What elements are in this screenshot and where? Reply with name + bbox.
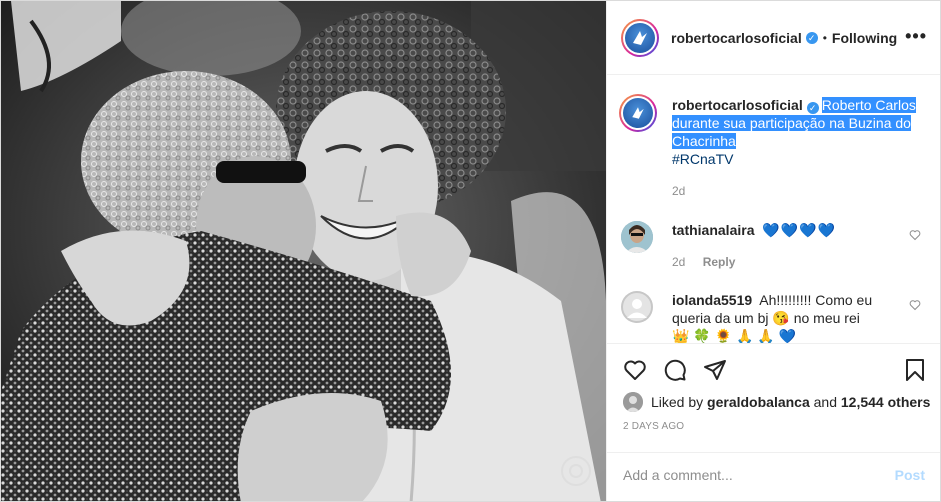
photo-illustration (1, 1, 606, 501)
comment-username[interactable]: iolanda5519 (672, 292, 752, 308)
comment-text-line2: queria da um bj 😘 no meu rei (672, 310, 860, 326)
post-comment-button[interactable]: Post (895, 467, 925, 483)
liker-photo (623, 392, 643, 412)
author-avatar[interactable] (621, 18, 659, 57)
heart-icon[interactable] (623, 358, 647, 382)
default-avatar-icon (621, 291, 653, 323)
comment-like-heart-icon[interactable] (909, 229, 921, 241)
comment-time[interactable]: 2d (672, 255, 685, 269)
caption-avatar[interactable] (619, 94, 657, 132)
bookmark-icon[interactable] (903, 358, 927, 382)
comments-list[interactable]: robertocarlosoficial ✓ Roberto Carlos dura… (607, 76, 940, 344)
add-comment-bar: Add a comment... Post (607, 452, 940, 494)
comment-icon[interactable] (663, 358, 687, 382)
post-actions: Liked by geraldobalanca and 12,544 other… (607, 344, 940, 484)
post-timestamp[interactable]: 2 DAYS AGO (623, 421, 684, 432)
liked-by-user[interactable]: geraldobalanca (707, 394, 810, 410)
comment-input[interactable]: Add a comment... (623, 467, 733, 483)
comment-item: tathianalaira 💙💙💙💙 2d Reply (621, 221, 931, 271)
liker-avatar[interactable] (623, 392, 643, 412)
caption-text-line2: durante sua participação na Buzina do (672, 115, 911, 131)
comment-like-heart-icon[interactable] (909, 299, 921, 311)
comment-text-line1: Ah!!!!!!!!! Como eu (759, 292, 873, 308)
separator-dot: • (822, 30, 827, 45)
caption-time[interactable]: 2d (672, 184, 685, 198)
liked-by-and: and (813, 394, 837, 410)
share-icon[interactable] (703, 358, 727, 382)
commenter-photo (621, 221, 653, 253)
comment-username[interactable]: tathianalaira (672, 222, 754, 238)
avatar-logo-icon (633, 30, 647, 45)
likes-count[interactable]: 12,544 others (841, 394, 931, 410)
comment-text: 💙💙💙💙 (762, 222, 837, 238)
caption: robertocarlosoficial ✓ Roberto Carlos dura… (619, 94, 931, 200)
reply-button[interactable]: Reply (703, 255, 736, 269)
comment-text-line3: 👑 🍀 🌻 🙏 🙏 💙 (672, 328, 797, 344)
likes-summary: Liked by geraldobalanca and 12,544 other… (623, 392, 930, 412)
caption-avatar-logo-icon (632, 107, 644, 119)
commenter-avatar[interactable] (621, 221, 653, 253)
following-button[interactable]: Following (832, 30, 897, 46)
post-header: robertocarlosoficial ✓ • Following ••• (607, 1, 940, 75)
caption-text-line3: Chacrinha (672, 133, 736, 149)
caption-username[interactable]: robertocarlosoficial (672, 97, 803, 113)
more-options-icon[interactable]: ••• (905, 27, 927, 45)
caption-text-line1: Roberto Carlos (821, 97, 916, 113)
commenter-avatar[interactable] (621, 291, 653, 323)
caption-verified-icon: ✓ (806, 102, 819, 114)
caption-hashtag[interactable]: #RCnaTV (672, 151, 733, 167)
comment-item: iolanda5519 Ah!!!!!!!!! Como eu queria d… (621, 291, 931, 344)
verified-badge-icon: ✓ (805, 31, 818, 44)
post-photo[interactable] (1, 1, 606, 501)
author-username[interactable]: robertocarlosoficial (671, 30, 802, 46)
post-details-panel: robertocarlosoficial ✓ • Following ••• r… (606, 1, 940, 501)
instagram-post-window: robertocarlosoficial ✓ • Following ••• r… (0, 0, 941, 502)
liked-by-prefix: Liked by (651, 394, 704, 410)
